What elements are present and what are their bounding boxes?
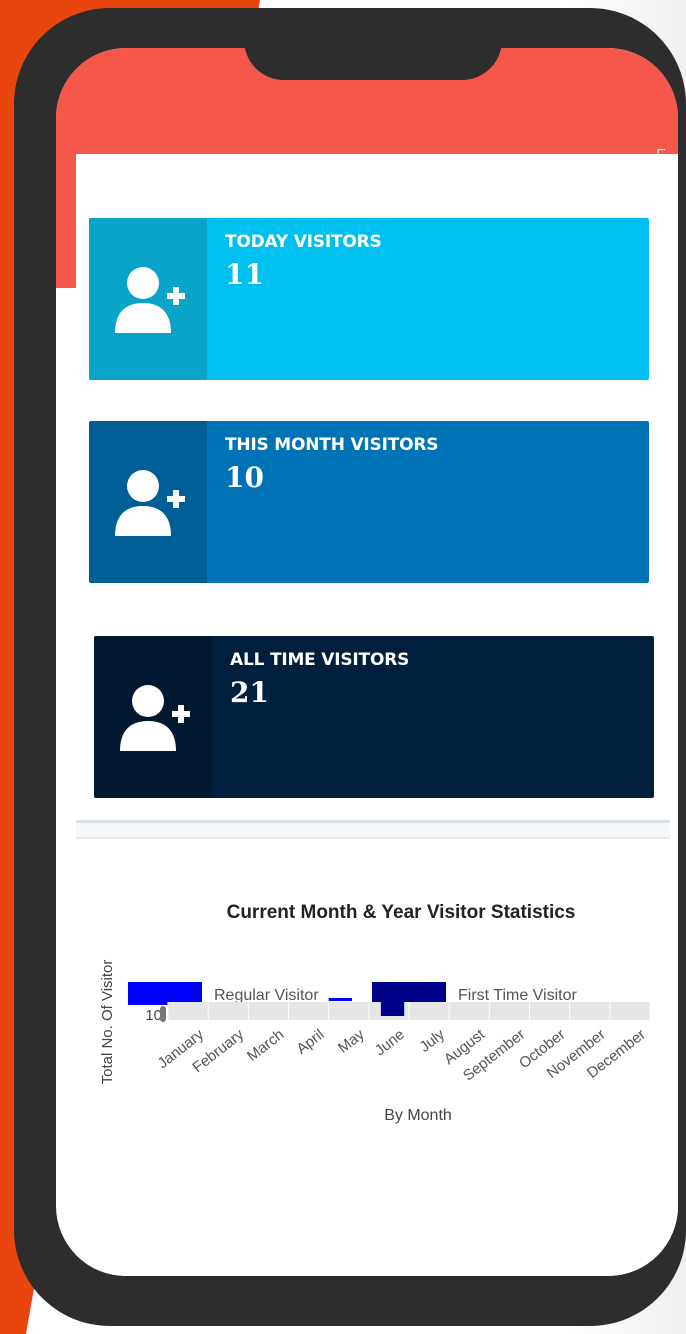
- user-add-icon: [115, 470, 185, 536]
- x-tick-label: March: [244, 1026, 287, 1065]
- card-count: 21: [230, 676, 269, 709]
- all-time-visitors-card[interactable]: ALL TIME VISITORS 21: [94, 636, 654, 798]
- user-add-icon: [115, 267, 185, 333]
- today-visitors-card[interactable]: TODAY VISITORS 11: [89, 218, 649, 380]
- y-tick-label: 10: [145, 1007, 162, 1024]
- today-icon-box: [89, 218, 207, 380]
- legend-label-first: First Time Visitor: [458, 987, 578, 1004]
- card-count: 11: [225, 258, 264, 291]
- x-tick-label: July: [416, 1026, 448, 1056]
- x-tick-label: April: [293, 1026, 327, 1058]
- card-label: THIS MONTH VISITORS: [225, 435, 439, 455]
- chart-scroll-handle[interactable]: [160, 1006, 166, 1022]
- x-tick-label: June: [372, 1026, 408, 1059]
- bar-first-time-june[interactable]: [380, 998, 405, 1016]
- legend: Regular Visitor First Time Visitor: [128, 982, 578, 1005]
- plot-area: JanuaryFebruaryMarch April May June JulyAugu…: [154, 998, 651, 1085]
- chart-title: Current Month & Year Visitor Statistics: [227, 902, 576, 923]
- legend-label-regular: Regular Visitor: [214, 987, 319, 1004]
- phone-frame: ⌐ TODAY VISITORS 11 THIS MONTH VISITORS …: [14, 8, 686, 1326]
- user-add-icon: [120, 685, 190, 751]
- bar-regular-may[interactable]: [328, 998, 352, 1001]
- y-axis-label: Total No. Of Visitor: [99, 960, 116, 1085]
- month-visitors-card[interactable]: THIS MONTH VISITORS 10: [89, 421, 649, 583]
- x-tick-label: May: [335, 1026, 368, 1057]
- card-count: 10: [225, 461, 264, 494]
- phone-screen: ⌐ TODAY VISITORS 11 THIS MONTH VISITORS …: [56, 48, 678, 1276]
- phone-notch: [244, 16, 502, 80]
- visitor-chart: Current Month & Year Visitor Statistics …: [76, 844, 676, 1144]
- month-icon-box: [89, 421, 207, 583]
- chart-svg: Current Month & Year Visitor Statistics …: [99, 902, 651, 1124]
- dashboard-content: TODAY VISITORS 11 THIS MONTH VISITORS 10: [76, 154, 678, 1276]
- all-time-icon-box: [94, 636, 212, 798]
- x-axis-label: By Month: [384, 1107, 452, 1124]
- card-label: TODAY VISITORS: [225, 232, 382, 252]
- card-label: ALL TIME VISITORS: [230, 650, 410, 670]
- legend-swatch-regular: [128, 982, 202, 1005]
- section-divider: [76, 820, 670, 839]
